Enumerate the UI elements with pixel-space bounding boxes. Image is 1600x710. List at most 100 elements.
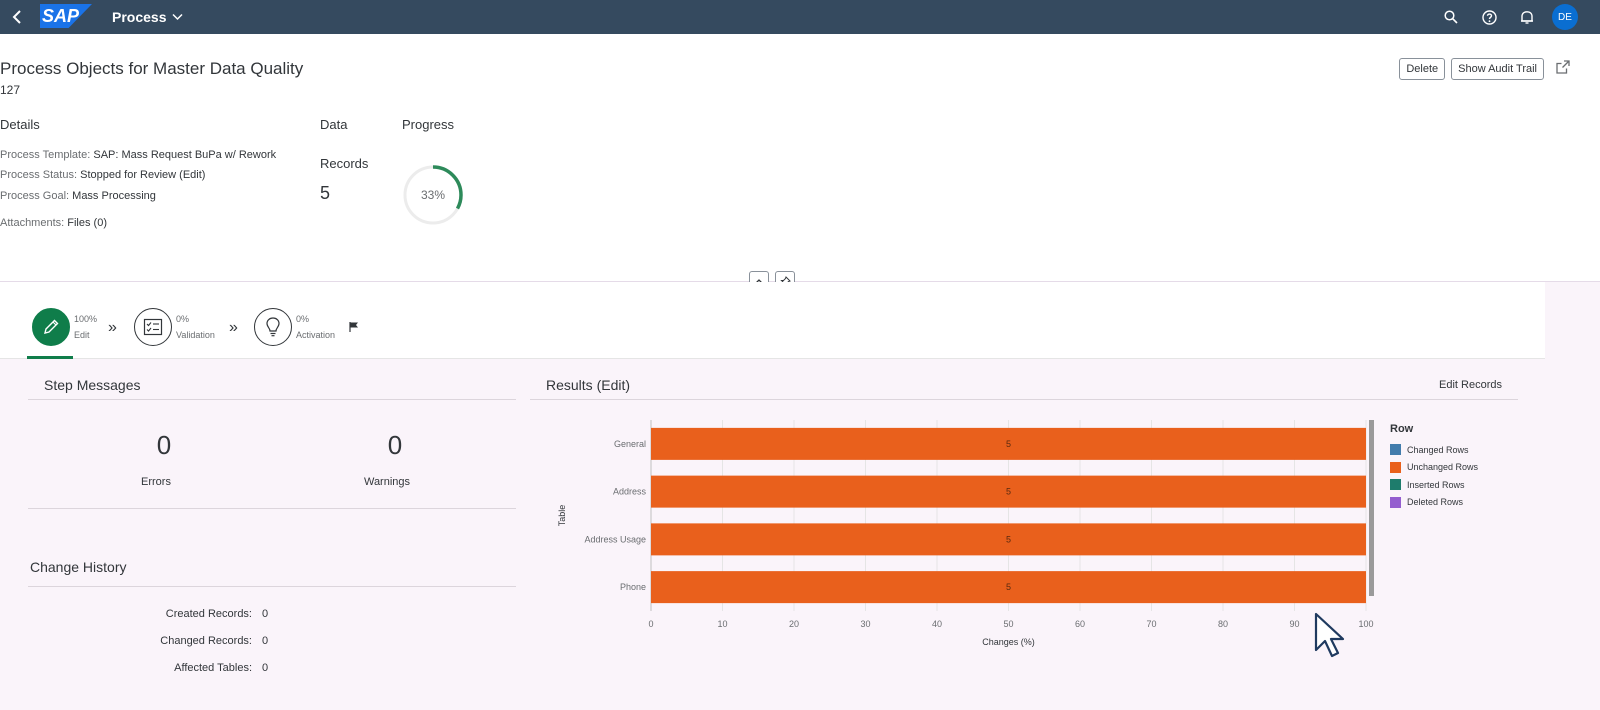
process-status-value: Stopped for Review (Edit)	[80, 169, 206, 181]
process-template-value: SAP: Mass Request BuPa w/ Rework	[93, 149, 277, 161]
legend-label-changed: Changed Rows	[1407, 444, 1469, 455]
flag-icon	[348, 320, 360, 338]
x-tick-label: 100	[1358, 619, 1373, 629]
progress-value: 33%	[421, 188, 445, 202]
x-tick-label: 70	[1146, 619, 1156, 629]
process-steps-bar: 100% Edit » 0% Validation » 0% Activatio…	[0, 282, 1545, 359]
legend-swatch-inserted	[1390, 479, 1401, 491]
created-records-value: 0	[262, 608, 269, 620]
results-title: Results (Edit)	[546, 377, 631, 393]
bar-data-label: 5	[1006, 534, 1011, 544]
notifications-button[interactable]	[1508, 0, 1546, 34]
y-tick-label: Address	[613, 487, 647, 497]
changed-records-label: Changed Records:	[160, 635, 252, 647]
y-tick-label: General	[614, 439, 646, 449]
x-tick-label: 10	[717, 619, 727, 629]
mouse-cursor-icon	[1314, 612, 1345, 658]
y-tick-label: Address Usage	[584, 534, 646, 544]
legend-item-deleted-rows[interactable]: Deleted Rows	[1390, 494, 1478, 512]
errors-label: Errors	[141, 476, 171, 488]
chevron-left-icon	[12, 10, 21, 24]
step-edit[interactable]: 100% Edit	[32, 308, 97, 346]
affected-tables-row: Affected Tables: 0	[0, 662, 268, 674]
results-rule	[530, 399, 1518, 400]
step-validation[interactable]: 0% Validation	[134, 308, 215, 346]
y-tick-label: Phone	[620, 582, 646, 592]
x-axis-title: Changes (%)	[982, 637, 1035, 647]
affected-tables-value: 0	[262, 662, 269, 674]
pencil-icon	[44, 319, 59, 334]
page-title: Process Objects for Master Data Quality	[0, 59, 304, 78]
legend-label-unchanged: Unchanged Rows	[1407, 462, 1479, 473]
changed-records-row: Changed Records: 0	[0, 635, 268, 647]
app-title-menu[interactable]: Process	[112, 9, 184, 25]
affected-tables-label: Affected Tables:	[174, 662, 252, 674]
created-records-label: Created Records:	[165, 608, 252, 620]
records-value: 5	[320, 183, 331, 203]
x-tick-label: 30	[860, 619, 870, 629]
lightbulb-icon	[266, 317, 280, 337]
step-activation[interactable]: 0% Activation	[254, 308, 335, 346]
step-activation-percent: 0%	[296, 314, 310, 324]
step-edit-label: Edit	[74, 330, 90, 340]
sap-logo[interactable]: SAP	[40, 4, 92, 28]
step-activation-circle[interactable]	[254, 308, 292, 346]
data-heading: Data	[320, 117, 348, 132]
attachments-label: Attachments:	[0, 217, 65, 229]
double-chevron-right-icon: »	[229, 319, 238, 336]
user-avatar[interactable]: DE	[1552, 4, 1578, 30]
process-status-label: Process Status:	[0, 169, 78, 181]
change-history-rule	[28, 586, 516, 587]
attachments-link[interactable]: Files (0)	[67, 217, 107, 229]
warnings-label: Warnings	[363, 476, 411, 488]
active-step-indicator	[27, 356, 73, 359]
help-icon	[1481, 9, 1497, 25]
legend-item-changed-rows[interactable]: Changed Rows	[1390, 441, 1478, 459]
legend-title: Row	[1390, 423, 1414, 435]
checklist-icon	[143, 318, 163, 336]
legend-label-deleted: Deleted Rows	[1407, 497, 1464, 508]
process-goal-row: Process Goal: Mass Processing	[0, 190, 156, 202]
object-header: Process Objects for Master Data Quality …	[0, 34, 1600, 281]
step-validation-circle[interactable]	[134, 308, 172, 346]
x-tick-label: 60	[1075, 619, 1085, 629]
search-button[interactable]	[1432, 0, 1470, 34]
bar-data-label: 5	[1006, 487, 1011, 497]
bar-data-label: 5	[1006, 439, 1011, 449]
app-title: Process	[112, 9, 167, 25]
x-tick-label: 50	[1003, 619, 1013, 629]
attachments-row: Attachments: Files (0)	[0, 217, 107, 229]
back-button[interactable]	[6, 5, 28, 29]
legend-swatch-unchanged	[1390, 461, 1401, 473]
step-messages-rule	[28, 399, 516, 400]
changed-records-value: 0	[262, 635, 269, 647]
x-tick-label: 20	[789, 619, 799, 629]
progress-heading: Progress	[402, 117, 455, 132]
legend-item-unchanged-rows[interactable]: Unchanged Rows	[1390, 459, 1478, 477]
delete-button[interactable]: Delete	[1399, 58, 1446, 80]
edit-records-link[interactable]: Edit Records	[1439, 379, 1502, 391]
show-audit-trail-button[interactable]: Show Audit Trail	[1451, 58, 1544, 80]
legend-swatch-deleted	[1390, 496, 1401, 508]
share-button[interactable]	[1556, 60, 1570, 79]
chart-scrollbar[interactable]	[1369, 420, 1374, 596]
process-template-row: Process Template: SAP: Mass Request BuPa…	[0, 149, 276, 161]
chart-legend: Row Changed Rows Unchanged Rows Inserted…	[1390, 423, 1478, 511]
details-heading: Details	[0, 117, 40, 132]
process-goal-value: Mass Processing	[72, 190, 156, 202]
shell-bar: SAP Process DE	[0, 0, 1600, 34]
step-activation-label: Activation	[296, 330, 336, 340]
search-icon	[1444, 10, 1458, 24]
step-messages-bottom-rule	[28, 508, 516, 509]
bell-icon	[1521, 10, 1533, 24]
results-bar-chart: 0 10 20 30 40 50 60 70 80 90 100 General 5 Address 5 Ad…	[557, 420, 1374, 647]
y-axis-title: Table	[557, 505, 567, 527]
page-subtitle: 127	[0, 83, 21, 97]
errors-count[interactable]: 0	[124, 430, 204, 461]
x-tick-label: 40	[932, 619, 942, 629]
step-edit-circle[interactable]	[32, 308, 70, 346]
legend-item-inserted-rows[interactable]: Inserted Rows	[1390, 476, 1478, 494]
help-button[interactable]	[1470, 0, 1508, 34]
step-messages-title: Step Messages	[44, 377, 141, 393]
warnings-count[interactable]: 0	[355, 430, 435, 461]
